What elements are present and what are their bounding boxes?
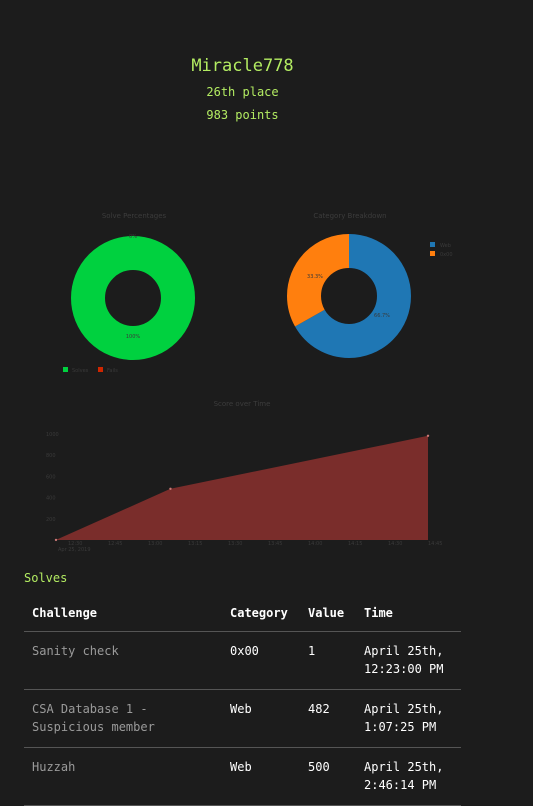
x-tick-label: 13:15 xyxy=(188,541,202,547)
table-row: Sanity check 0x00 1 April 25th, 12:23:00… xyxy=(24,631,461,690)
solves-slice xyxy=(71,236,195,360)
zero-x-slice-label: 33.3% xyxy=(307,274,323,280)
score-point xyxy=(54,538,58,542)
time-cell: April 25th, 2:46:14 PM xyxy=(356,747,461,806)
x-tick-label: 13:30 xyxy=(228,541,242,547)
score-chart-title: Score over Time xyxy=(213,400,271,408)
x-tick-label: 14:30 xyxy=(388,541,402,547)
value-cell: 482 xyxy=(300,689,356,748)
table-row: Huzzah Web 500 April 25th, 2:46:14 PM xyxy=(24,747,461,806)
table-row: CSA Database 1 - Suspicious member Web 4… xyxy=(24,689,461,748)
time-cell: April 25th, 1:07:25 PM xyxy=(356,689,461,748)
score-over-time-chart: 2004006008001000 12:30 12:45 13:00 13:15 13:… xyxy=(46,432,442,553)
score-point xyxy=(426,434,430,438)
y-tick-label: 1000 xyxy=(46,432,59,438)
challenge-link[interactable]: Sanity check xyxy=(24,631,222,690)
score-date-label: Apr 25, 2019 xyxy=(58,547,91,553)
user-score: 983 points xyxy=(206,108,279,122)
category-cell: Web xyxy=(222,689,300,748)
user-place: 26th place xyxy=(206,85,279,99)
column-value: Value xyxy=(300,596,356,632)
solve-chart-title: Solve Percentages xyxy=(101,212,167,220)
x-tick-label: 13:45 xyxy=(268,541,282,547)
fails-slice-label: 0% xyxy=(129,234,137,240)
value-cell: 500 xyxy=(300,747,356,806)
solves-slice-label: 100% xyxy=(126,334,141,340)
y-tick-label: 200 xyxy=(46,517,56,523)
value-cell: 1 xyxy=(300,631,356,690)
legend-fails-label[interactable]: Fails xyxy=(107,368,118,374)
legend-solves-swatch xyxy=(63,367,68,372)
x-tick-label: 13:00 xyxy=(148,541,162,547)
y-tick-label: 600 xyxy=(46,474,56,480)
legend-solves-label[interactable]: Solves xyxy=(72,368,89,374)
score-point xyxy=(169,487,172,491)
solves-header-row: Challenge Category Value Time xyxy=(24,596,461,632)
web-slice-label: 66.7% xyxy=(374,313,390,319)
x-tick-label: 14:00 xyxy=(308,541,322,547)
legend-web-label[interactable]: Web xyxy=(440,243,451,249)
category-chart-title: Category Breakdown xyxy=(313,212,387,220)
legend-fails-swatch xyxy=(98,367,103,372)
column-category: Category xyxy=(222,596,300,632)
legend-0x00-swatch xyxy=(430,251,435,256)
solves-table: Challenge Category Value Time Sanity che… xyxy=(24,596,461,806)
time-cell: April 25th, 12:23:00 PM xyxy=(356,631,461,690)
solves-heading: Solves xyxy=(24,571,68,585)
y-tick-label: 800 xyxy=(46,453,56,459)
column-challenge: Challenge xyxy=(24,596,222,632)
category-donut xyxy=(287,234,411,358)
x-tick-label: 14:45 xyxy=(428,541,442,547)
y-tick-label: 400 xyxy=(46,496,56,502)
legend-web-swatch xyxy=(430,242,435,247)
user-name: Miracle778 xyxy=(191,56,294,76)
challenge-link[interactable]: CSA Database 1 - Suspicious member xyxy=(24,689,222,748)
x-tick-label: 12:45 xyxy=(108,541,122,547)
category-cell: Web xyxy=(222,747,300,806)
category-cell: 0x00 xyxy=(222,631,300,690)
score-area xyxy=(56,435,428,540)
solve-percentages-chart: 0% 100% Solves Fails xyxy=(63,234,195,374)
challenge-link[interactable]: Huzzah xyxy=(24,747,222,806)
column-time: Time xyxy=(356,596,461,632)
x-tick-label: 14:15 xyxy=(348,541,362,547)
legend-0x00-label[interactable]: 0x00 xyxy=(440,252,453,258)
category-breakdown-chart: 33.3% 66.7% Web 0x00 xyxy=(287,234,453,358)
